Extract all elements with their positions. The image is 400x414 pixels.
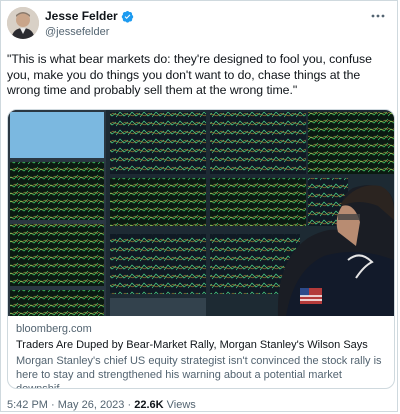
tweet-card: Jesse Felder @jessefelder "This is what … (0, 0, 398, 412)
link-meta: bloomberg.com Traders Are Duped by Bear-… (16, 323, 386, 389)
views-label: Views (166, 399, 196, 411)
trading-desk-photo-icon (8, 110, 394, 316)
author-name[interactable]: Jesse Felder (45, 9, 118, 23)
avatar[interactable] (7, 7, 39, 39)
tweet-header: Jesse Felder @jessefelder (7, 7, 391, 43)
verified-badge-icon (121, 10, 133, 23)
tweet-date[interactable]: May 26, 2023 (58, 399, 125, 411)
views-count[interactable]: 22.6K (134, 399, 163, 411)
link-headline[interactable]: Traders Are Duped by Bear-Market Rally, … (16, 339, 386, 351)
tweet-text: "This is what bear markets do: they're d… (7, 52, 372, 98)
link-description: Morgan Stanley's chief US equity strateg… (16, 355, 382, 389)
link-preview-card[interactable]: bloomberg.com Traders Are Duped by Bear-… (7, 109, 395, 389)
tweet-footer: 5:42 PM · May 26, 2023 · 22.6K Views (7, 399, 196, 411)
footer-separator: · (51, 399, 55, 411)
tweet-time[interactable]: 5:42 PM (7, 399, 48, 411)
author-handle[interactable]: @jessefelder (45, 26, 109, 38)
footer-separator: · (127, 399, 132, 411)
more-options-icon[interactable] (369, 7, 387, 25)
link-domain: bloomberg.com (16, 323, 92, 335)
